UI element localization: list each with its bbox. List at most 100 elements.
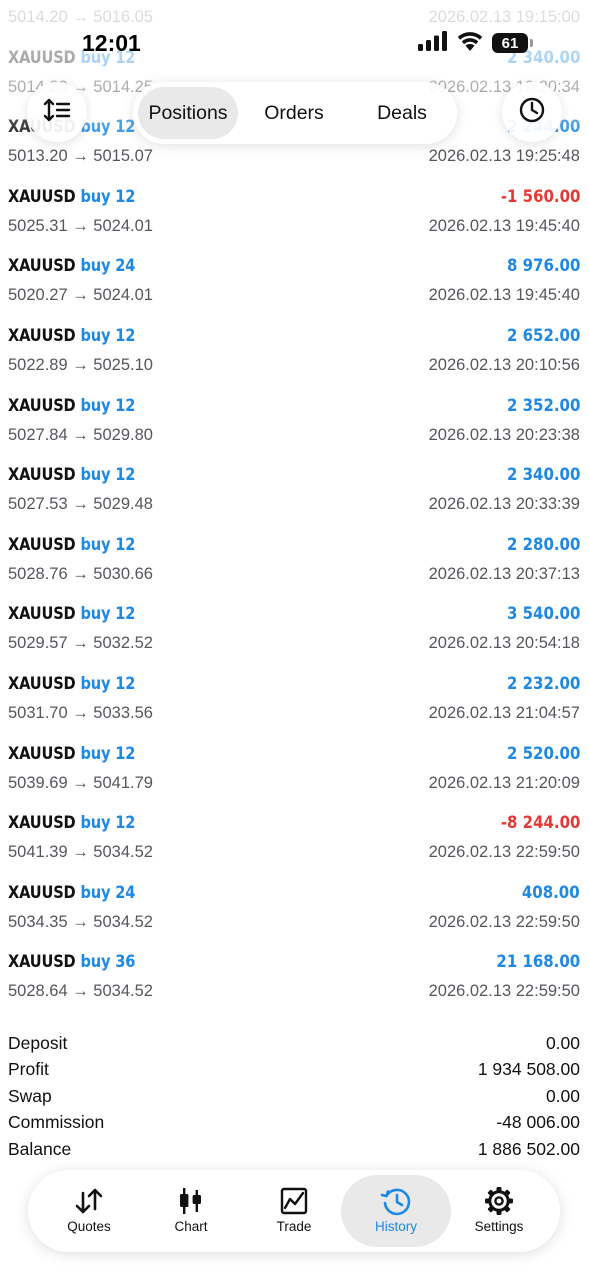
- deal-prices: 5022.89 → 5025.10: [8, 355, 153, 374]
- candlestick-icon: [178, 1186, 204, 1216]
- deal-row[interactable]: XAUUSD buy 12 5027.84 → 5029.80 2 352.00 20…: [0, 390, 589, 460]
- deal-symbol: XAUUSD buy 12: [8, 535, 135, 555]
- summary-label: Balance: [8, 1138, 72, 1159]
- symbol-text: XAUUSD: [8, 952, 76, 973]
- deal-symbol: XAUUSD buy 12: [8, 396, 135, 416]
- deal-symbol: XAUUSD buy 24: [8, 883, 135, 903]
- deal-symbol: XAUUSD buy 12: [8, 604, 135, 624]
- deal-row[interactable]: XAUUSD buy 12 5028.76 → 5030.66 2 280.00 20…: [0, 529, 589, 599]
- summary-value: 0.00: [545, 1033, 580, 1053]
- summary: Deposit 0.00 Profit 1 934 508.00 Swap 0.…: [0, 1032, 589, 1164]
- deal-symbol: XAUUSD buy 12: [8, 465, 135, 485]
- deal-profit: 8 976.00: [506, 256, 580, 277]
- deal-time: 2026.02.13 21:04:57: [428, 703, 580, 722]
- tab-label: History: [374, 1219, 417, 1234]
- deal-prices: 5031.70 → 5033.56: [8, 703, 153, 722]
- deal-side: buy 36: [80, 952, 136, 973]
- deal-time: 2026.02.13 19:45:40: [428, 286, 580, 305]
- summary-swap: Swap 0.00: [0, 1085, 589, 1111]
- deal-time: 2026.02.13 22:59:50: [428, 912, 580, 931]
- wifi-icon: [456, 30, 484, 56]
- deal-time: 2026.02.13 19:20:34: [428, 77, 580, 96]
- deal-profit: -8 244.00: [500, 813, 580, 834]
- summary-label: Deposit: [8, 1033, 68, 1053]
- symbol-text: XAUUSD: [8, 743, 76, 764]
- symbol-text: XAUUSD: [8, 47, 76, 68]
- deal-time: 2026.02.13 22:59:50: [428, 843, 580, 862]
- tab-positions[interactable]: Positions: [138, 87, 238, 139]
- summary-value: 1 886 502.00: [477, 1138, 580, 1159]
- summary-label: Commission: [8, 1112, 105, 1133]
- tab-history[interactable]: History: [341, 1175, 451, 1247]
- tab-orders[interactable]: Orders: [244, 87, 344, 139]
- deal-side: buy 12: [80, 534, 136, 555]
- deal-row[interactable]: XAUUSD buy 36 5028.64 → 5034.52 21 168.00 2…: [0, 946, 589, 1016]
- deal-time: 2026.02.13 19:45:40: [428, 216, 580, 235]
- deal-prices: 5039.69 → 5041.79: [8, 773, 153, 792]
- deal-symbol: XAUUSD buy 12: [8, 744, 135, 764]
- tab-deals[interactable]: Deals: [352, 87, 452, 139]
- symbol-text: XAUUSD: [8, 673, 76, 694]
- deal-prices: 5034.35 → 5034.52: [8, 912, 153, 931]
- deal-symbol: XAUUSD buy 24: [8, 256, 135, 276]
- summary-commission: Commission -48 006.00: [0, 1111, 589, 1137]
- deal-row[interactable]: XAUUSD buy 12 5041.39 → 5034.52 -8 244.00 2…: [0, 807, 589, 877]
- gear-icon: [484, 1186, 514, 1216]
- summary-profit: Profit 1 934 508.00: [0, 1058, 589, 1084]
- summary-value: -48 006.00: [496, 1112, 580, 1133]
- deal-row[interactable]: XAUUSD buy 12 5022.89 → 5025.10 2 652.00 20…: [0, 320, 589, 390]
- deal-row[interactable]: XAUUSD buy 12 5039.69 → 5041.79 2 520.00 20…: [0, 738, 589, 808]
- status-time: 12:01: [82, 30, 141, 56]
- deal-time: 2026.02.13 22:59:50: [428, 982, 580, 1001]
- tab-label: Trade: [276, 1219, 312, 1234]
- deal-prices: 5028.64 → 5034.52: [8, 982, 153, 1001]
- symbol-text: XAUUSD: [8, 813, 76, 834]
- sort-icon: [43, 97, 71, 128]
- summary-label: Profit: [8, 1059, 49, 1080]
- deal-prices: 5027.84 → 5029.80: [8, 425, 153, 444]
- tab-label: Settings: [474, 1219, 524, 1234]
- deal-time: 2026.02.13 20:37:13: [428, 564, 580, 583]
- summary-value: 0.00: [545, 1085, 580, 1106]
- tab-settings[interactable]: Settings: [444, 1175, 554, 1247]
- deal-profit: 408.00: [522, 882, 580, 903]
- deal-side: buy 12: [80, 813, 136, 834]
- deal-row[interactable]: XAUUSD buy 12 5025.31 → 5024.01 -1 560.00 2…: [0, 181, 589, 251]
- deal-symbol: XAUUSD buy 12: [8, 326, 135, 346]
- sort-button[interactable]: [27, 82, 87, 142]
- tab-chart[interactable]: Chart: [136, 1175, 246, 1247]
- summary-value: 1 934 508.00: [477, 1059, 580, 1080]
- period-button[interactable]: [502, 82, 562, 142]
- symbol-text: XAUUSD: [8, 465, 76, 486]
- deal-row[interactable]: XAUUSD buy 12 5031.70 → 5033.56 2 232.00 20…: [0, 668, 589, 738]
- deal-side: buy 12: [80, 604, 136, 625]
- trade-chart-icon: [280, 1186, 308, 1216]
- bottom-tab-bar: Quotes Chart Trade History Settings: [28, 1170, 560, 1252]
- deal-row[interactable]: XAUUSD buy 12 5029.57 → 5032.52 3 540.00 20…: [0, 598, 589, 668]
- deal-prices: 5014.20 → 5016.05: [8, 8, 153, 26]
- deal-side: buy 12: [80, 325, 136, 346]
- deal-profit: 2 340.00: [506, 465, 580, 486]
- deal-profit: 2 232.00: [506, 673, 580, 694]
- history-clock-icon: [380, 1186, 412, 1216]
- symbol-text: XAUUSD: [8, 882, 76, 903]
- tab-trade[interactable]: Trade: [239, 1175, 349, 1247]
- deal-row[interactable]: XAUUSD buy 24 5034.35 → 5034.52 408.00 2026…: [0, 877, 589, 947]
- deal-row[interactable]: XAUUSD buy 12 5027.53 → 5029.48 2 340.00 20…: [0, 459, 589, 529]
- deal-side: buy 12: [80, 395, 136, 416]
- deal-prices: 5020.27 → 5024.01: [8, 286, 153, 305]
- deal-profit: 2 352.00: [506, 395, 580, 416]
- deal-symbol: XAUUSD buy 12: [8, 674, 135, 694]
- deal-row[interactable]: XAUUSD buy 24 5020.27 → 5024.01 8 976.00 20…: [0, 250, 589, 320]
- quotes-arrows-icon: [74, 1186, 104, 1216]
- symbol-text: XAUUSD: [8, 325, 76, 346]
- symbol-text: XAUUSD: [8, 534, 76, 555]
- deal-prices: 5013.20 → 5015.07: [8, 147, 153, 166]
- deal-side: buy 12: [80, 465, 136, 486]
- deals-list: XAUUSD buy 125014.20 → 5016.052 220.0020…: [0, 0, 589, 1016]
- symbol-text: XAUUSD: [8, 186, 76, 207]
- clock-icon: [518, 96, 546, 129]
- symbol-text: XAUUSD: [8, 256, 76, 277]
- deal-side: buy 12: [80, 743, 136, 764]
- tab-quotes[interactable]: Quotes: [34, 1175, 144, 1247]
